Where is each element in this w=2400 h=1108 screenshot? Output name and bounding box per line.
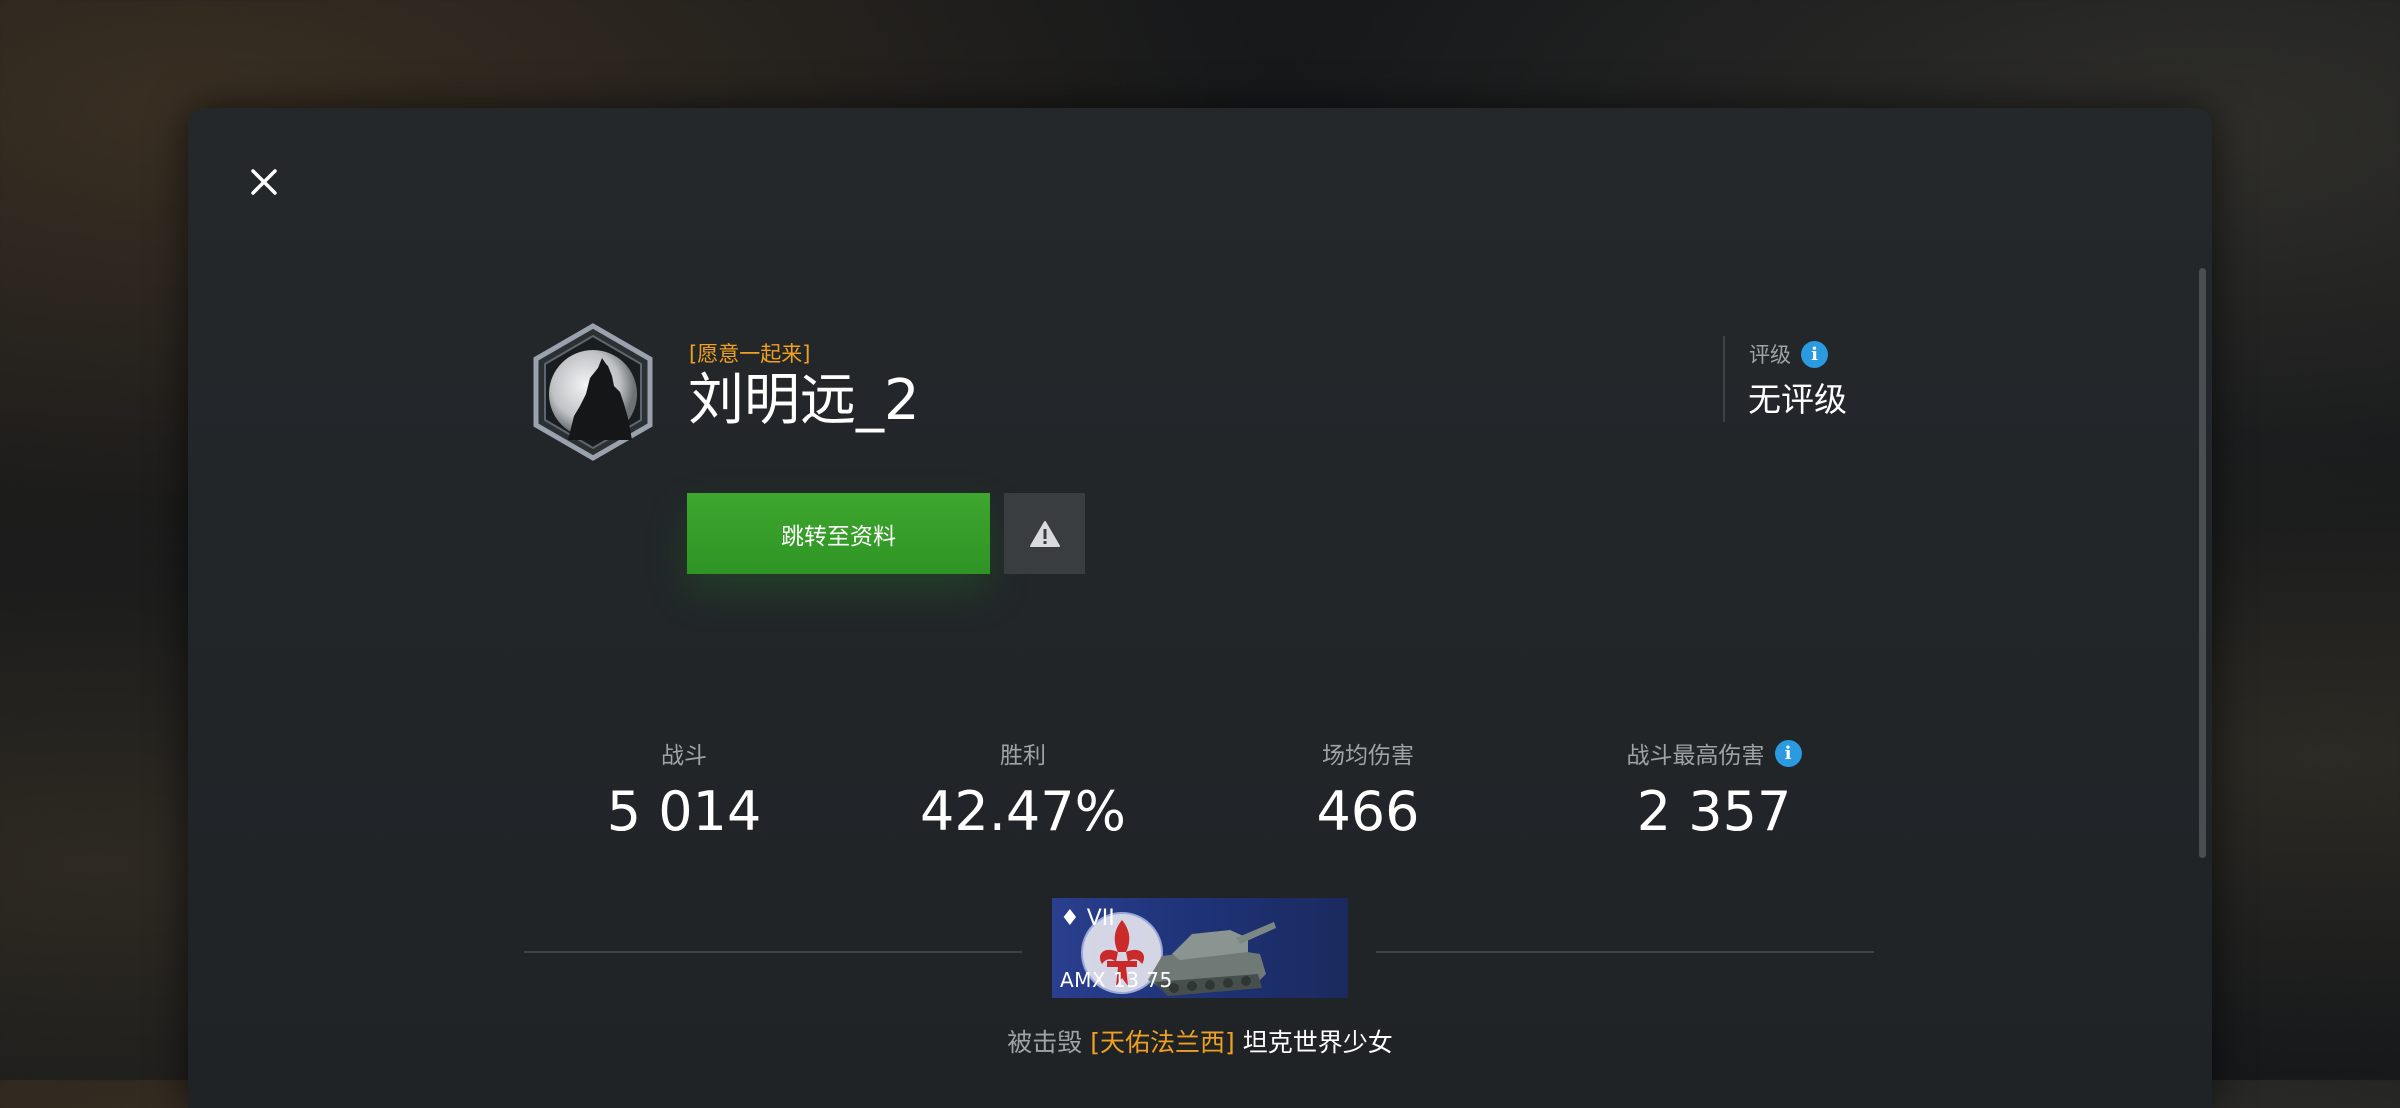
go-to-profile-button[interactable]: 跳转至资料	[687, 493, 990, 574]
player-avatar	[528, 322, 658, 462]
divider-right	[1376, 951, 1874, 953]
destroyed-by-vehicle-card[interactable]: ♦ VII AMX 13 75	[1052, 898, 1348, 998]
vehicle-name: AMX 13 75	[1060, 968, 1173, 992]
info-icon[interactable]: i	[1774, 739, 1802, 767]
destroyer-clan-tag: [天佑法兰西]	[1090, 1028, 1235, 1057]
divider-left	[524, 951, 1022, 953]
rating-label: 评级	[1749, 343, 1791, 367]
stat-battles: 战斗 5 014	[534, 738, 834, 843]
info-icon[interactable]: i	[1801, 340, 1828, 368]
close-icon	[251, 169, 277, 195]
stat-label: 战斗	[661, 743, 707, 769]
stat-label: 胜利	[1000, 743, 1046, 769]
rating-divider	[1723, 336, 1725, 422]
close-button[interactable]	[240, 158, 288, 206]
warning-triangle-icon	[1029, 520, 1060, 547]
stat-victories: 胜利 42.47%	[873, 738, 1173, 843]
stat-value: 2 357	[1636, 780, 1792, 843]
stat-label: 场均伤害	[1322, 743, 1414, 769]
destroyed-by-label: 被击毁	[1007, 1028, 1083, 1057]
vehicle-tier: ♦ VII	[1060, 906, 1115, 931]
stat-label: 战斗最高伤害	[1626, 743, 1765, 769]
stat-value: 466	[1316, 780, 1420, 843]
wolf-emblem-icon	[533, 323, 653, 461]
go-to-profile-label: 跳转至资料	[781, 523, 896, 550]
report-button[interactable]	[1004, 493, 1085, 574]
stat-max-damage: 战斗最高伤害 i 2 357	[1564, 738, 1864, 843]
rating-label-group: 评级 i	[1749, 339, 1828, 369]
scrollbar[interactable]	[2199, 268, 2206, 858]
rating-value: 无评级	[1748, 380, 1847, 419]
stat-avg-damage: 场均伤害 466	[1218, 738, 1518, 843]
destroyed-by-line: 被击毁 [天佑法兰西] 坦克世界少女	[188, 1023, 2212, 1059]
stat-value: 42.47%	[920, 780, 1126, 843]
destroyer-nickname: 坦克世界少女	[1242, 1028, 1393, 1057]
stat-value: 5 014	[606, 780, 762, 843]
player-nickname: 刘明远_2	[688, 368, 920, 433]
player-profile-dialog: [愿意一起来] 刘明远_2 跳转至资料 评级 i 无评级 战斗 5 014 胜利…	[188, 108, 2212, 1108]
